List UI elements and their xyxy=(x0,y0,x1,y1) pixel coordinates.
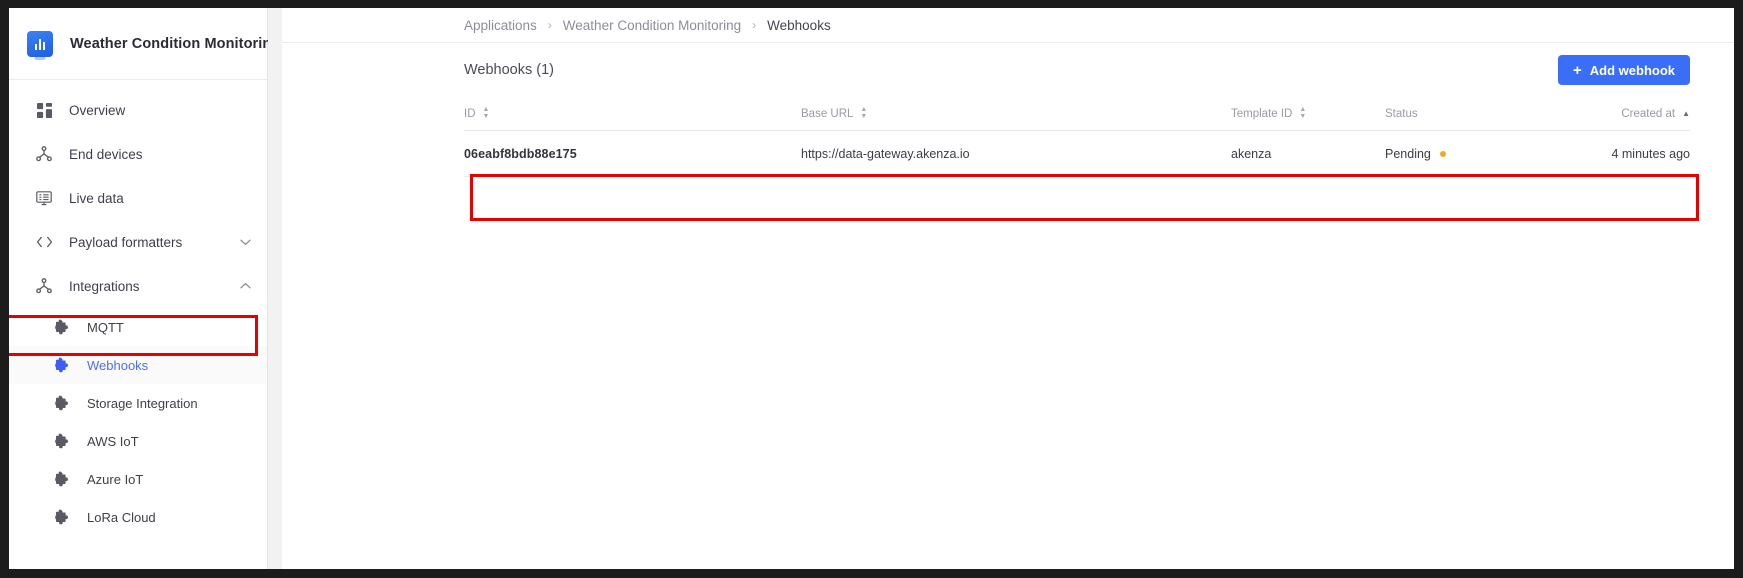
breadcrumb-separator-icon: › xyxy=(547,18,552,32)
status-label: Pending xyxy=(1385,146,1431,161)
column-header-template-id[interactable]: Template ID ▲ ▼ xyxy=(1231,106,1385,120)
grid-icon xyxy=(33,102,55,118)
page-title: Webhooks (1) xyxy=(464,62,554,78)
status-badge-dot xyxy=(1439,150,1446,157)
sidebar-item-label: MQTT xyxy=(87,319,124,335)
sidebar-item-storage-integration[interactable]: Storage Integration xyxy=(9,384,267,422)
cell-created-at: 4 minutes ago xyxy=(1611,146,1690,161)
column-header-created-at[interactable]: Created at ▲ xyxy=(1523,108,1690,120)
puzzle-icon xyxy=(51,394,73,412)
sidebar-item-label: LoRa Cloud xyxy=(87,509,156,525)
sidebar-item-label: Azure IoT xyxy=(87,471,144,487)
sidebar-item-label: End devices xyxy=(69,146,143,162)
sort-ascending-icon[interactable]: ▲ xyxy=(1682,109,1690,118)
window-frame-right xyxy=(1734,0,1743,578)
breadcrumb-item-application[interactable]: Weather Condition Monitoring xyxy=(563,18,741,33)
sidebar-item-lora-cloud[interactable]: LoRa Cloud xyxy=(9,498,267,536)
add-webhook-button-label: Add webhook xyxy=(1589,62,1675,78)
sidebar-item-label: Storage Integration xyxy=(87,395,198,411)
puzzle-icon xyxy=(51,432,73,450)
sidebar-item-integrations[interactable]: Integrations xyxy=(9,264,267,308)
page-surface: Weather Condition Monitoring Overview En… xyxy=(9,8,1734,569)
cell-status: Pending xyxy=(1385,147,1523,161)
content-area: Webhooks (1) + Add webhook ID ▲ ▼ Base UR… xyxy=(282,43,1734,221)
cell-template-id: akenza xyxy=(1231,146,1272,161)
chevron-up-icon[interactable] xyxy=(240,282,251,290)
page-header: Webhooks (1) + Add webhook xyxy=(464,43,1734,97)
sidebar-item-label: Payload formatters xyxy=(69,234,183,250)
column-header-label: Base URL xyxy=(801,107,854,120)
sidebar-item-label: AWS IoT xyxy=(87,433,139,449)
screenshot-root: Weather Condition Monitoring Overview En… xyxy=(0,0,1743,578)
app-header: Weather Condition Monitoring xyxy=(9,8,280,80)
sort-both-icon[interactable]: ▲ ▼ xyxy=(860,106,867,120)
sidebar-item-label: Webhooks xyxy=(87,357,149,373)
webhook-row-highlight xyxy=(470,174,1699,221)
sidebar-item-label: Integrations xyxy=(69,278,140,294)
puzzle-icon xyxy=(51,318,73,336)
main-content: Applications › Weather Condition Monitor… xyxy=(282,8,1734,569)
cell-id: 06eabf8bdb88e175 xyxy=(464,146,577,161)
breadcrumb-item-webhooks: Webhooks xyxy=(767,17,831,33)
app-title: Weather Condition Monitoring xyxy=(70,35,281,52)
column-header-label: ID xyxy=(464,107,476,120)
sidebar-item-azure-iot[interactable]: Azure IoT xyxy=(9,460,267,498)
column-header-status: Status xyxy=(1385,108,1523,120)
sidebar: Weather Condition Monitoring Overview En… xyxy=(9,8,280,569)
column-header-base-url[interactable]: Base URL ▲ ▼ xyxy=(801,106,1231,120)
chart-monitor-icon xyxy=(27,30,53,57)
sidebar-item-payload-formatters[interactable]: Payload formatters xyxy=(9,220,267,264)
sort-both-icon[interactable]: ▲ ▼ xyxy=(483,106,490,120)
sidebar-nav: Overview End devices Live data Payload f… xyxy=(9,80,267,536)
chevron-down-icon[interactable] xyxy=(240,238,251,246)
sitemap-icon xyxy=(33,278,55,294)
window-frame-bottom xyxy=(0,569,1743,578)
table-header-row: ID ▲ ▼ Base URL ▲ ▼ Template ID ▲ ▼ Statu xyxy=(464,97,1690,131)
sidebar-scrollbar[interactable] xyxy=(268,8,282,569)
window-frame-left xyxy=(0,0,9,578)
sidebar-item-mqtt[interactable]: MQTT xyxy=(9,308,267,346)
cell-base-url: https://data-gateway.akenza.io xyxy=(801,146,970,161)
monitor-icon xyxy=(33,190,55,206)
webhooks-table: ID ▲ ▼ Base URL ▲ ▼ Template ID ▲ ▼ Statu xyxy=(464,97,1734,177)
sidebar-item-label: Overview xyxy=(69,102,126,118)
column-header-label: Created at xyxy=(1621,107,1676,120)
puzzle-icon xyxy=(51,508,73,526)
sidebar-item-overview[interactable]: Overview xyxy=(9,88,267,132)
sidebar-item-webhooks[interactable]: Webhooks xyxy=(9,346,267,384)
plus-icon: + xyxy=(1573,61,1582,79)
column-header-label: Template ID xyxy=(1231,107,1293,120)
breadcrumb-separator-icon: › xyxy=(752,18,757,32)
column-header-id[interactable]: ID ▲ ▼ xyxy=(464,106,801,120)
puzzle-icon xyxy=(51,356,73,374)
sort-both-icon[interactable]: ▲ ▼ xyxy=(1299,106,1306,120)
window-frame-top xyxy=(0,0,1743,8)
sitemap-icon xyxy=(33,146,55,162)
table-row[interactable]: 06eabf8bdb88e175 https://data-gateway.ak… xyxy=(464,131,1690,177)
breadcrumb: Applications › Weather Condition Monitor… xyxy=(282,8,1734,43)
sidebar-item-label: Live data xyxy=(69,190,124,206)
sidebar-item-end-devices[interactable]: End devices xyxy=(9,132,267,176)
puzzle-icon xyxy=(51,470,73,488)
breadcrumb-item-applications[interactable]: Applications xyxy=(464,18,537,33)
column-header-label: Status xyxy=(1385,107,1418,120)
add-webhook-button[interactable]: + Add webhook xyxy=(1558,55,1690,85)
sidebar-item-aws-iot[interactable]: AWS IoT xyxy=(9,422,267,460)
code-icon xyxy=(33,235,55,249)
sidebar-item-live-data[interactable]: Live data xyxy=(9,176,267,220)
